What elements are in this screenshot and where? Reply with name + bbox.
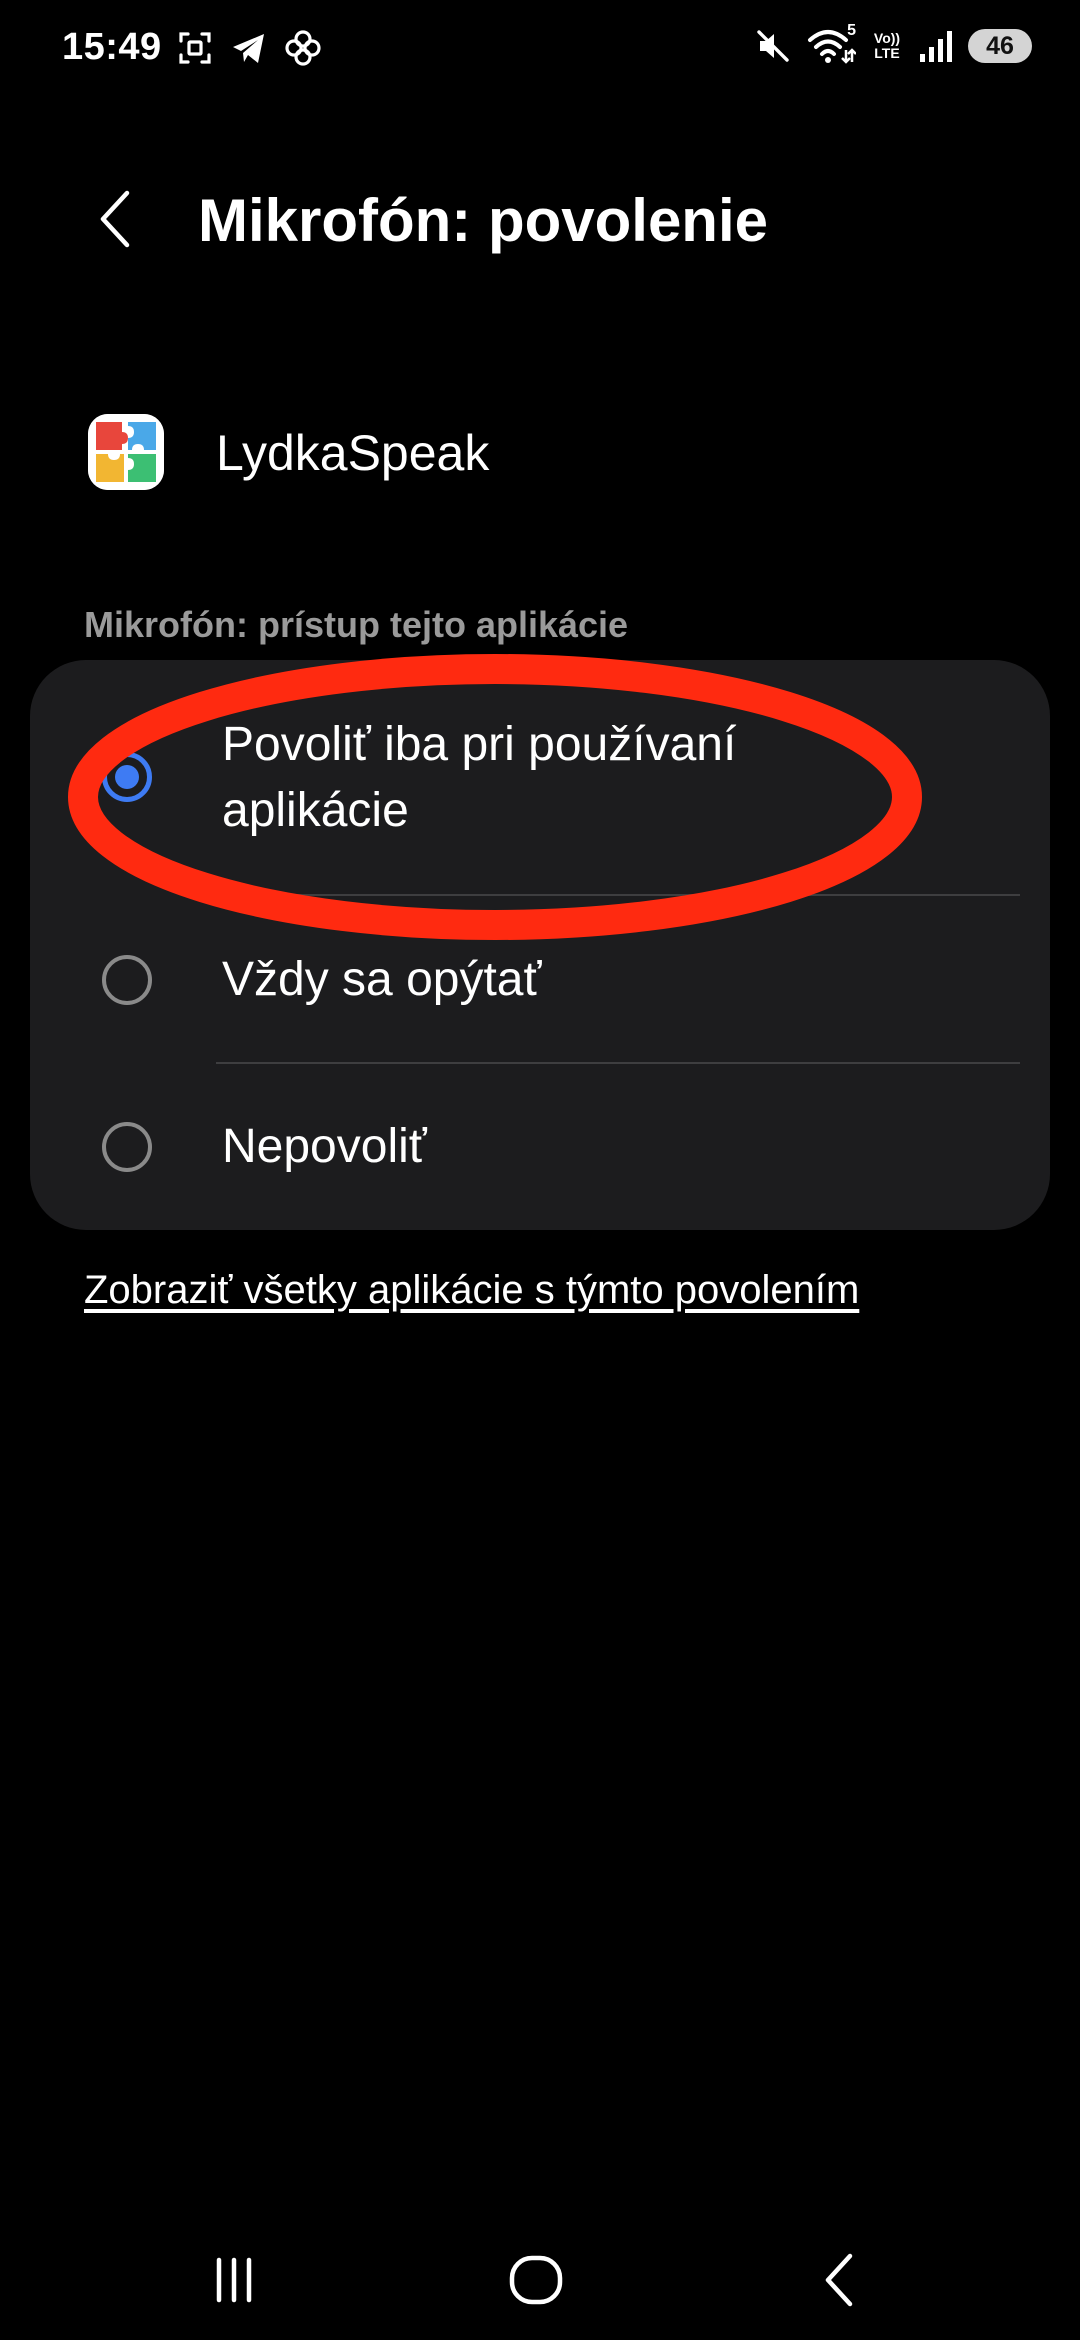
recents-icon	[216, 2257, 252, 2303]
back-icon	[825, 2253, 853, 2307]
home-button[interactable]	[486, 2240, 586, 2320]
navigation-bar	[0, 2220, 1080, 2320]
system-back-button[interactable]	[790, 2240, 890, 2320]
app-bar: Mikrofón: povolenie	[0, 170, 1080, 270]
app-name: LydkaSpeak	[216, 425, 490, 481]
radio-button[interactable]	[102, 1122, 152, 1172]
radio-button[interactable]	[102, 955, 152, 1005]
radio-button-selected[interactable]	[102, 752, 152, 802]
volte-bottom: LTE	[874, 45, 900, 61]
puzzle-app-icon	[88, 414, 164, 490]
app-info-row: LydkaSpeak	[0, 408, 1080, 498]
signal-icon	[918, 28, 954, 64]
option-label: Vždy sa opýtať	[222, 953, 542, 1006]
option-deny[interactable]: Nepovoliť	[30, 1064, 1050, 1230]
back-button[interactable]	[80, 184, 150, 254]
volte-top: Vo))	[873, 30, 901, 46]
telegram-icon	[229, 28, 269, 68]
pinwheel-icon	[283, 28, 323, 68]
recents-button[interactable]	[184, 2240, 284, 2320]
screenshot-icon	[175, 28, 215, 68]
status-time: 15:49	[62, 26, 162, 68]
option-always-ask[interactable]: Vždy sa opýtať	[30, 896, 1050, 1064]
option-label: Nepovoliť	[222, 1120, 427, 1173]
volte-lte-icon: Vo)) LTE	[870, 31, 904, 61]
page-title: Mikrofón: povolenie	[198, 187, 768, 254]
home-icon	[509, 2255, 563, 2305]
all-apps-with-permission-link[interactable]: Zobraziť všetky aplikácie s týmto povole…	[84, 1268, 859, 1313]
option-allow-while-using[interactable]: Povoliť iba pri používaní aplikácie	[30, 660, 1050, 896]
status-bar: 15:49 5 Vo)) LTE 46	[0, 0, 1080, 100]
section-label: Mikrofón: prístup tejto aplikácie	[84, 604, 629, 645]
status-notification-icons	[175, 28, 323, 68]
mute-icon	[754, 27, 792, 65]
chevron-left-icon	[100, 190, 130, 248]
wifi-badge: 5	[847, 22, 856, 39]
status-system-icons: 5 Vo)) LTE 46	[754, 22, 1032, 66]
battery-indicator: 46	[968, 29, 1032, 63]
wifi-icon: 5	[806, 22, 856, 66]
option-label: Povoliť iba pri používaní aplikácie	[222, 718, 737, 837]
permission-options-card: Povoliť iba pri používaní aplikácie Vždy…	[30, 660, 1050, 1230]
